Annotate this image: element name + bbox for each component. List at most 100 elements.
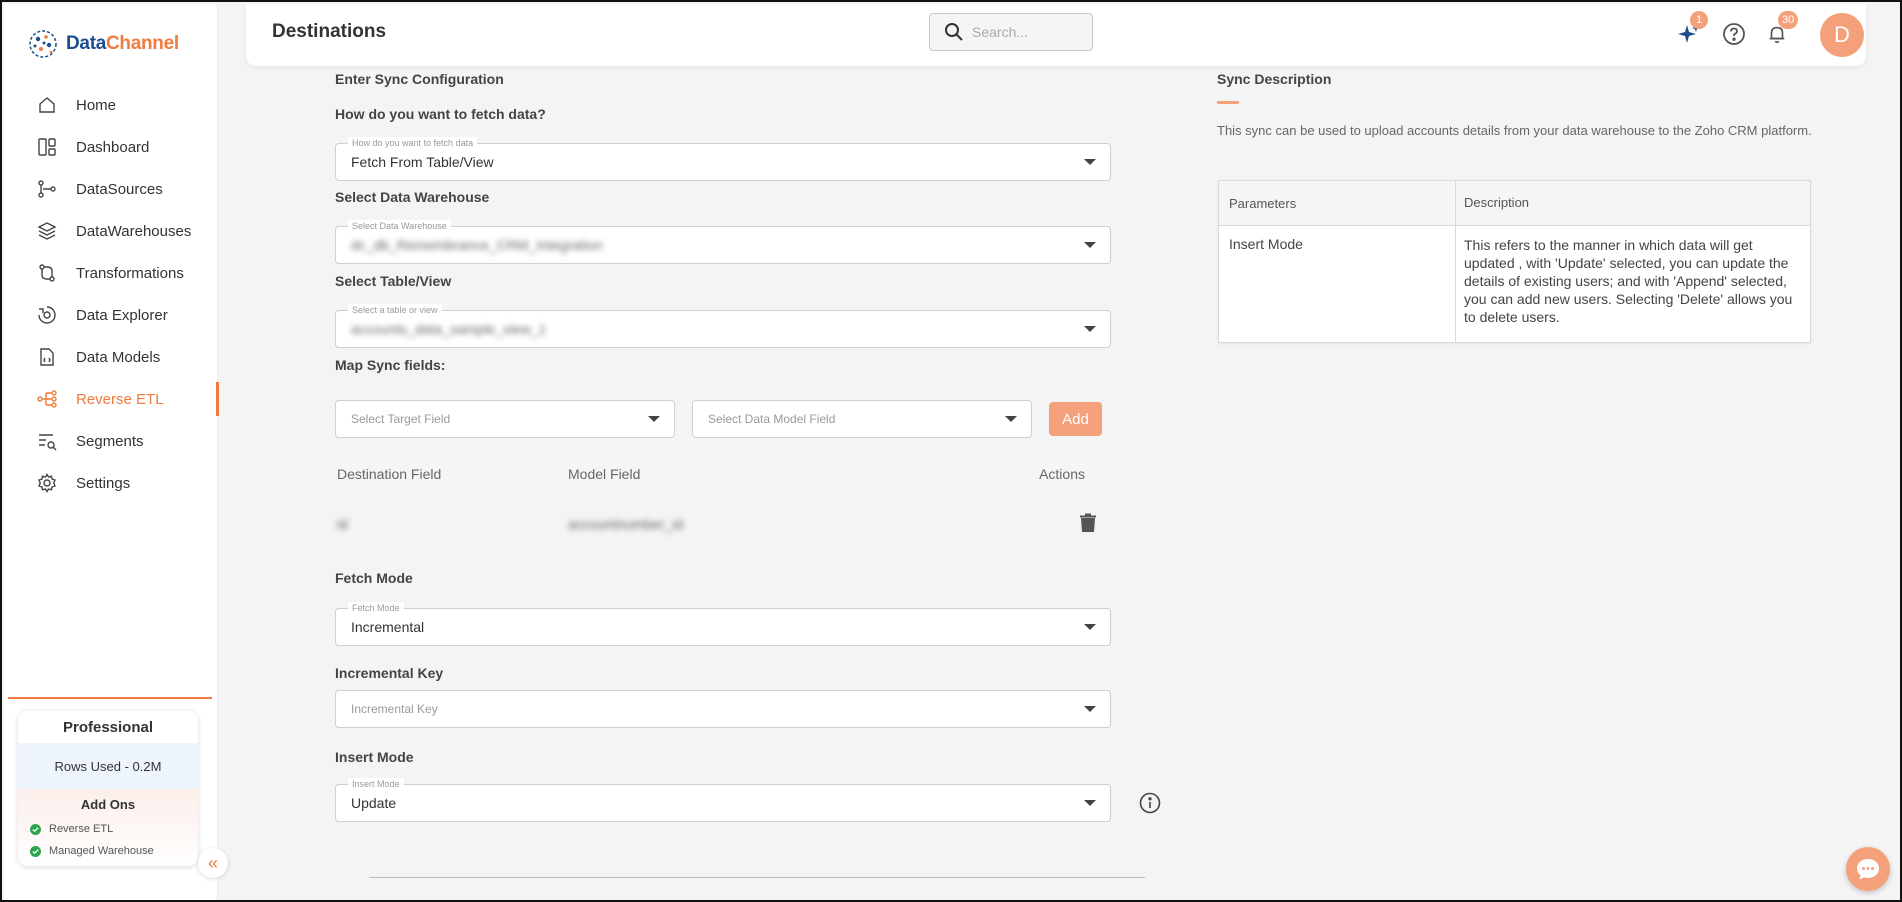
destination-field-header: Destination Field (337, 466, 442, 482)
description-header: Description (1464, 195, 1530, 210)
layers-icon (36, 220, 58, 242)
datasources-icon (36, 178, 58, 200)
plan-addons: Add Ons Reverse ETL Managed Warehouse (18, 789, 198, 866)
form-bottom-divider (369, 877, 1145, 878)
sidebar-item-label: Settings (76, 474, 131, 492)
notifications-button[interactable]: 30 (1764, 11, 1799, 47)
help-icon (1723, 23, 1745, 45)
fetch-method-select[interactable]: How do you want to fetch data Fetch From… (335, 137, 1111, 181)
target-field-select[interactable]: Select Target Field (335, 400, 675, 438)
caret-down-icon (1084, 800, 1096, 806)
sidebar-item-data-explorer[interactable]: Data Explorer (4, 294, 218, 336)
sidebar-item-reverse-etl[interactable]: Reverse ETL (4, 378, 219, 420)
warehouse-value: dc_db_Remembrance_CRM_Integration (351, 237, 603, 253)
transformations-icon (36, 262, 58, 284)
brand-name: DataChannel (66, 33, 179, 55)
fetch-mode-label: Fetch Mode (335, 570, 413, 586)
warehouse-label: Select Data Warehouse (335, 189, 490, 205)
sync-description-text: This sync can be used to upload accounts… (1217, 123, 1812, 138)
parameters-header: Parameters (1219, 181, 1456, 225)
incremental-key-select[interactable]: Incremental Key (335, 690, 1111, 728)
sidebar-item-transformations[interactable]: Transformations (4, 252, 218, 294)
top-header: Destinations 1 30 D (246, 4, 1866, 66)
sync-config-title: Enter Sync Configuration (335, 71, 504, 87)
table-label: Select Table/View (335, 273, 452, 289)
sidebar-item-label: DataWarehouses (76, 222, 192, 240)
search-icon (945, 23, 963, 41)
sidebar-item-label: Data Explorer (76, 306, 168, 324)
sparkle-badge: 1 (1690, 11, 1708, 29)
sidebar-item-label: Dashboard (76, 138, 150, 156)
table-legend: Select a table or view (348, 304, 442, 316)
sidebar-item-datasources[interactable]: DataSources (4, 168, 218, 210)
incremental-key-label: Incremental Key (335, 665, 444, 681)
dashboard-icon (36, 136, 58, 158)
warehouse-select[interactable]: Select Data Warehouse dc_db_Remembrance_… (335, 220, 1111, 264)
caret-down-icon (1084, 242, 1096, 248)
info-icon[interactable] (1139, 792, 1161, 814)
logo-icon (29, 30, 57, 58)
field-mapping-table: Destination Field Model Field Actions id… (335, 452, 1111, 552)
add-mapping-button[interactable]: Add (1049, 402, 1102, 436)
model-field-select[interactable]: Select Data Model Field (692, 400, 1032, 438)
table-header: Parameters Description (1219, 181, 1810, 226)
parameter-name: Insert Mode (1219, 226, 1456, 342)
table-row: id accountnumber_id (335, 496, 1111, 552)
gear-icon (36, 472, 58, 494)
sidebar-item-label: Home (76, 96, 117, 114)
chat-support-button[interactable] (1846, 847, 1890, 891)
user-avatar[interactable]: D (1820, 13, 1864, 57)
data-models-icon (36, 346, 58, 368)
sidebar-item-home[interactable]: Home (4, 84, 218, 126)
sidebar-item-label: DataSources (76, 180, 163, 198)
caret-down-icon (1084, 706, 1096, 712)
brand-name-part1: Data (66, 33, 106, 54)
insert-mode-legend: Insert Mode (348, 778, 404, 790)
check-circle-icon (30, 845, 41, 857)
warehouse-legend: Select Data Warehouse (348, 220, 451, 232)
target-field-placeholder: Select Target Field (351, 412, 451, 426)
chat-bubble-icon (1857, 859, 1879, 880)
sidebar-item-datawarehouses[interactable]: DataWarehouses (4, 210, 218, 252)
sidebar-nav: Home Dashboard DataSources DataWarehouse… (4, 84, 219, 504)
page-title: Destinations (272, 21, 387, 42)
fetch-method-value: Fetch From Table/View (351, 154, 494, 170)
addon-label: Reverse ETL (49, 823, 114, 835)
table-select[interactable]: Select a table or view accounts_data_sam… (335, 304, 1111, 348)
fetch-data-label: How do you want to fetch data? (335, 106, 546, 122)
sidebar-item-label: Data Models (76, 348, 161, 366)
collapse-sidebar-button[interactable]: « (198, 848, 228, 878)
search-input[interactable] (972, 24, 1082, 40)
caret-down-icon (1084, 624, 1096, 630)
parameter-description: This refers to the manner in which data … (1464, 237, 1793, 325)
delete-mapping-button[interactable] (1079, 513, 1097, 536)
sidebar: DataChannel Home Dashboard DataSources D… (4, 4, 219, 900)
sidebar-item-segments[interactable]: Segments (4, 420, 218, 462)
search-box[interactable] (929, 13, 1093, 51)
explorer-icon (36, 304, 58, 326)
actions-header: Actions (1039, 466, 1085, 482)
table-header: Destination Field Model Field Actions (335, 452, 1111, 496)
caret-down-icon (1005, 416, 1017, 422)
addon-item: Reverse ETL (18, 818, 198, 840)
notifications-badge: 30 (1778, 11, 1799, 29)
fetch-method-legend: How do you want to fetch data (348, 137, 478, 149)
insert-mode-select[interactable]: Insert Mode Update (335, 778, 1111, 822)
model-field-placeholder: Select Data Model Field (708, 412, 836, 426)
sidebar-item-data-models[interactable]: Data Models (4, 336, 218, 378)
fetch-mode-value: Incremental (351, 619, 425, 635)
sync-description-underline (1217, 101, 1239, 104)
app-window: DataChannel Home Dashboard DataSources D… (0, 0, 1902, 902)
plan-card: Professional Rows Used - 0.2M Add Ons Re… (18, 711, 198, 866)
sidebar-item-dashboard[interactable]: Dashboard (4, 126, 218, 168)
caret-down-icon (648, 416, 660, 422)
table-value: accounts_data_sample_view_1 (351, 321, 547, 337)
sidebar-item-settings[interactable]: Settings (4, 462, 218, 504)
brand-logo[interactable]: DataChannel (26, 24, 179, 64)
map-fields-label: Map Sync fields: (335, 357, 446, 373)
addon-label: Managed Warehouse (49, 845, 154, 857)
check-circle-icon (30, 823, 41, 835)
fetch-mode-select[interactable]: Fetch Mode Incremental (335, 602, 1111, 646)
ai-assistant-button[interactable]: 1 (1676, 11, 1708, 47)
help-button[interactable] (1721, 21, 1747, 47)
